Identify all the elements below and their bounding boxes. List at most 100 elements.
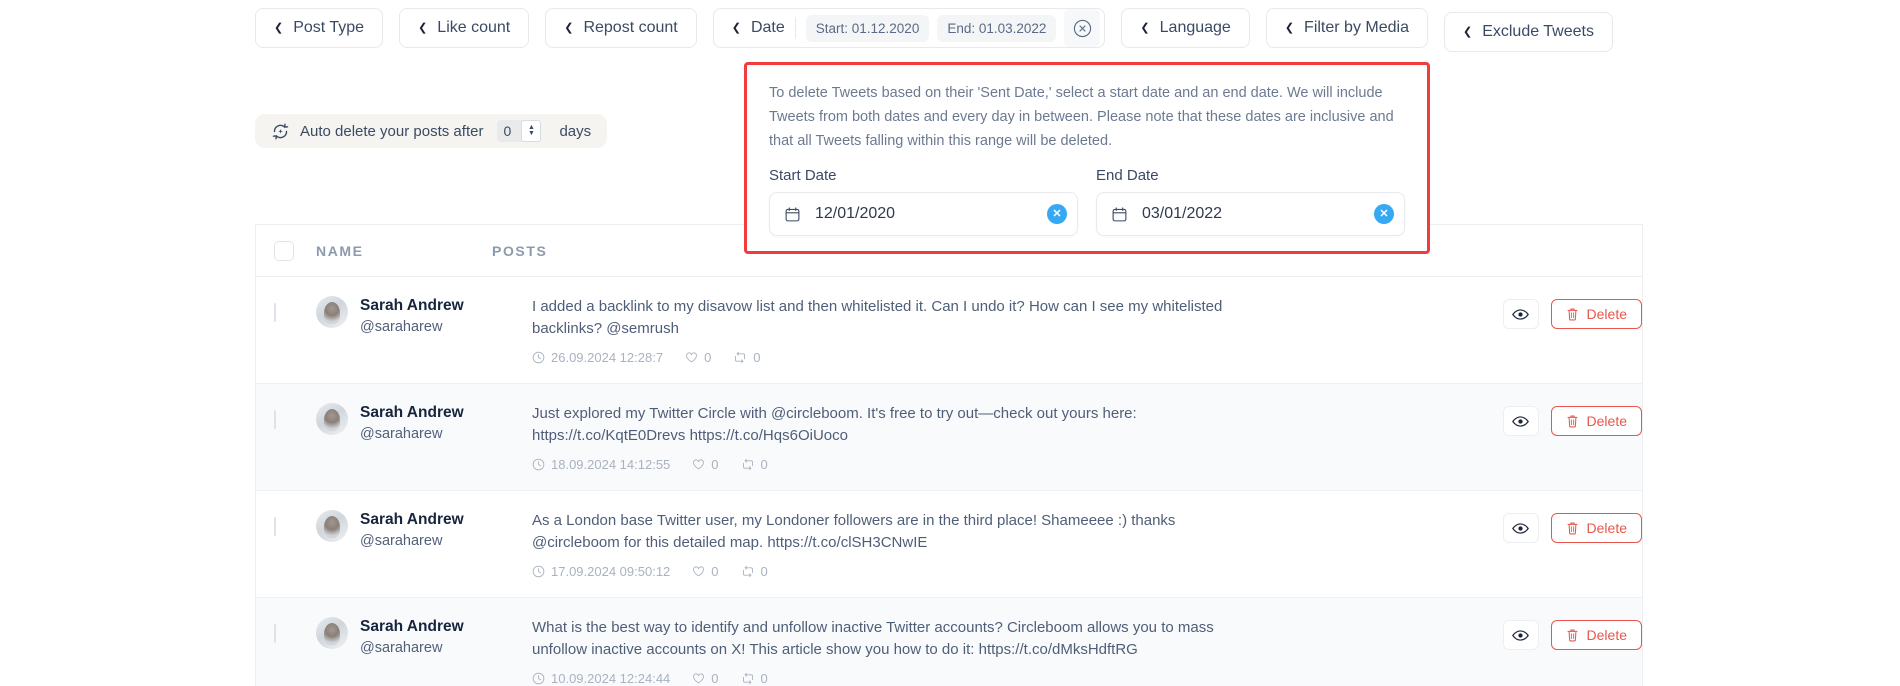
view-post-button[interactable] bbox=[1502, 406, 1539, 436]
date-filter-clear-button[interactable] bbox=[1064, 9, 1101, 47]
post-text: I added a backlink to my disavow list an… bbox=[532, 298, 1223, 337]
like-count: 0 bbox=[685, 350, 711, 365]
chevron-down-icon: ❮ bbox=[274, 21, 284, 34]
post-cell: What is the best way to identify and unf… bbox=[532, 616, 1503, 686]
repost-count: 0 bbox=[741, 564, 768, 579]
row-checkbox[interactable] bbox=[274, 303, 276, 322]
auto-refresh-icon bbox=[271, 122, 290, 141]
view-post-button[interactable] bbox=[1502, 513, 1539, 543]
repost-icon bbox=[742, 458, 753, 471]
trash-icon bbox=[1567, 308, 1578, 321]
date-panel-description: To delete Tweets based on their 'Sent Da… bbox=[769, 85, 1394, 149]
delete-post-label: Delete bbox=[1586, 520, 1627, 536]
filter-language-label: Language bbox=[1159, 19, 1231, 36]
end-date-value[interactable]: 03/01/2022 bbox=[1142, 205, 1374, 223]
date-end-pill: End: 01.03.2022 bbox=[937, 14, 1057, 42]
start-date-input[interactable]: 12/01/2020 ✕ bbox=[769, 192, 1078, 236]
repost-count-text: 0 bbox=[760, 671, 768, 686]
heart-icon bbox=[693, 673, 705, 684]
user-cell: Sarah Andrew @saraharew bbox=[316, 295, 532, 338]
post-meta: 18.09.2024 14:12:55 0 0 bbox=[532, 457, 1479, 472]
filter-language[interactable]: ❮ Language bbox=[1121, 8, 1250, 48]
post-text: As a London base Twitter user, my London… bbox=[532, 512, 1176, 551]
eye-icon bbox=[1512, 415, 1529, 427]
filter-exclude-tweets-label: Exclude Tweets bbox=[1482, 23, 1594, 40]
user-name: Sarah Andrew bbox=[360, 404, 464, 421]
repost-count-text: 0 bbox=[753, 350, 761, 365]
delete-post-button[interactable]: Delete bbox=[1550, 620, 1642, 650]
eye-icon bbox=[1512, 308, 1529, 320]
trash-icon bbox=[1567, 522, 1578, 535]
start-date-value[interactable]: 12/01/2020 bbox=[815, 205, 1047, 223]
filter-repost-count[interactable]: ❮ Repost count bbox=[545, 8, 697, 48]
user-handle: @saraharew bbox=[360, 533, 443, 549]
post-date-text: 17.09.2024 09:50:12 bbox=[551, 564, 671, 579]
trash-icon bbox=[1567, 629, 1578, 642]
avatar bbox=[316, 296, 348, 328]
row-checkbox[interactable] bbox=[274, 517, 276, 536]
date-start-pill: Start: 01.12.2020 bbox=[805, 14, 930, 42]
column-header-name[interactable]: NAME bbox=[316, 243, 492, 259]
auto-delete-label: Auto delete your posts after bbox=[300, 122, 484, 140]
start-date-field: Start Date 12/01/2020 ✕ bbox=[769, 167, 1078, 236]
view-post-button[interactable] bbox=[1502, 620, 1539, 650]
user-cell: Sarah Andrew @saraharew bbox=[316, 402, 532, 445]
filter-post-type[interactable]: ❮ Post Type bbox=[255, 8, 384, 48]
filter-date[interactable]: ❮ Date Start: 01.12.2020 End: 01.03.2022 bbox=[712, 8, 1106, 48]
row-actions: Delete bbox=[1502, 295, 1642, 329]
clock-icon bbox=[532, 351, 545, 364]
user-cell: Sarah Andrew @saraharew bbox=[316, 616, 532, 659]
filter-like-count[interactable]: ❮ Like count bbox=[399, 8, 530, 48]
end-date-input[interactable]: 03/01/2022 ✕ bbox=[1096, 192, 1405, 236]
end-date-field: End Date 03/01/2022 ✕ bbox=[1096, 167, 1405, 236]
delete-post-button[interactable]: Delete bbox=[1550, 406, 1642, 436]
table-row: Sarah Andrew @saraharew Just explored my… bbox=[256, 384, 1642, 491]
repost-count: 0 bbox=[733, 350, 761, 365]
auto-delete-stepper[interactable]: 0 ▲ ▼ bbox=[497, 120, 542, 142]
like-count: 0 bbox=[692, 671, 719, 686]
chevron-down-icon: ❮ bbox=[1462, 25, 1473, 38]
column-header-posts[interactable]: POSTS bbox=[492, 243, 547, 259]
app-root: ❮ Post Type ❮ Like count ❮ Repost count … bbox=[0, 0, 1900, 686]
table-row: Sarah Andrew @saraharew I added a backli… bbox=[256, 277, 1642, 384]
repost-count-text: 0 bbox=[760, 457, 768, 472]
circle-x-icon bbox=[1073, 19, 1092, 37]
stepper-arrows[interactable]: ▲ ▼ bbox=[521, 120, 542, 142]
delete-post-button[interactable]: Delete bbox=[1550, 299, 1642, 329]
table-body: Sarah Andrew @saraharew I added a backli… bbox=[256, 277, 1642, 686]
row-checkbox[interactable] bbox=[274, 410, 276, 429]
row-checkbox[interactable] bbox=[274, 624, 276, 643]
post-date-text: 10.09.2024 12:24:44 bbox=[551, 671, 671, 686]
filter-like-count-label: Like count bbox=[437, 19, 511, 36]
trash-icon bbox=[1567, 415, 1578, 428]
row-select-cell bbox=[274, 616, 294, 643]
end-date-clear-button[interactable]: ✕ bbox=[1374, 204, 1394, 224]
post-text: What is the best way to identify and unf… bbox=[532, 619, 1214, 658]
filter-exclude-tweets[interactable]: ❮ Exclude Tweets bbox=[1443, 12, 1613, 52]
post-cell: As a London base Twitter user, my London… bbox=[532, 509, 1503, 579]
chevron-down-icon: ❮ bbox=[564, 21, 574, 34]
start-date-clear-button[interactable]: ✕ bbox=[1047, 204, 1067, 224]
chevron-down-icon: ❮ bbox=[418, 21, 428, 34]
like-count-text: 0 bbox=[711, 457, 719, 472]
delete-post-label: Delete bbox=[1586, 413, 1627, 429]
auto-delete-value[interactable]: 0 bbox=[497, 123, 521, 139]
stepper-down-icon[interactable]: ▼ bbox=[528, 130, 535, 137]
filter-by-media[interactable]: ❮ Filter by Media bbox=[1265, 8, 1428, 48]
auto-delete-control[interactable]: Auto delete your posts after 0 ▲ ▼ days bbox=[255, 114, 608, 148]
like-count: 0 bbox=[692, 564, 719, 579]
user-handle: @saraharew bbox=[360, 426, 443, 442]
chevron-down-icon: ❮ bbox=[1284, 21, 1295, 34]
user-name: Sarah Andrew bbox=[360, 511, 464, 528]
view-post-button[interactable] bbox=[1502, 299, 1539, 329]
post-date-text: 18.09.2024 14:12:55 bbox=[551, 457, 671, 472]
post-date: 26.09.2024 12:28:7 bbox=[532, 350, 663, 365]
select-all-checkbox[interactable] bbox=[274, 240, 294, 261]
post-date: 17.09.2024 09:50:12 bbox=[532, 564, 670, 579]
post-date: 18.09.2024 14:12:55 bbox=[532, 457, 670, 472]
delete-post-button[interactable]: Delete bbox=[1550, 513, 1642, 543]
user-name: Sarah Andrew bbox=[360, 297, 464, 314]
filter-by-media-label: Filter by Media bbox=[1304, 19, 1409, 36]
post-text: Just explored my Twitter Circle with @ci… bbox=[532, 405, 1137, 444]
table-row: Sarah Andrew @saraharew What is the best… bbox=[256, 598, 1642, 686]
